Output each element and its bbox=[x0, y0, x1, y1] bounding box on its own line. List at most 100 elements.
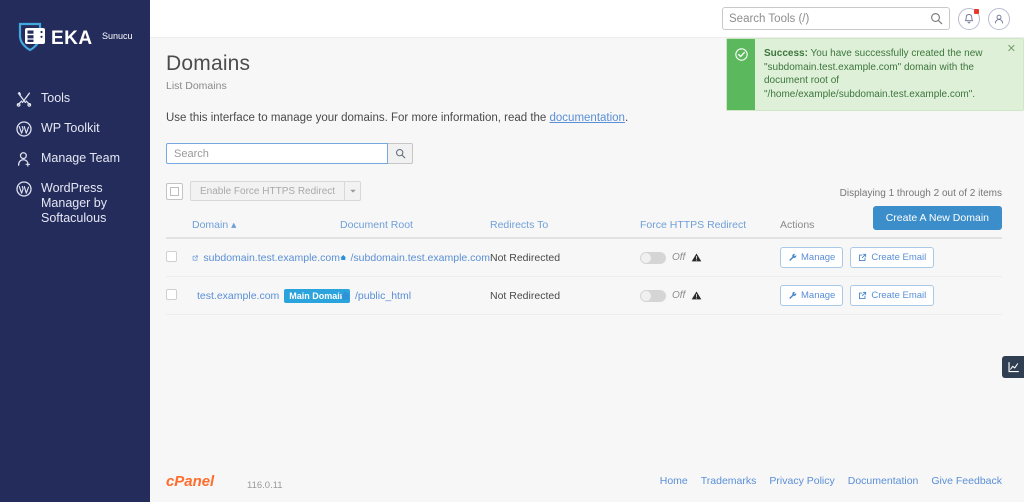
row-force-https-cell: Off bbox=[640, 276, 780, 315]
force-https-toggle[interactable] bbox=[640, 289, 666, 302]
user-icon bbox=[995, 14, 1003, 23]
sidebar-item-label: WP Toolkit bbox=[41, 121, 100, 135]
document-root-link[interactable]: /subdomain.test.example.com bbox=[340, 252, 490, 264]
row-force-https-cell: Off bbox=[640, 238, 780, 277]
sidebar-item-wp-toolkit[interactable]: WP Toolkit bbox=[0, 114, 150, 144]
close-icon[interactable]: ✕ bbox=[1007, 44, 1016, 55]
bulk-action-label[interactable]: Enable Force HTTPS Redirect bbox=[190, 181, 345, 201]
sidebar-nav: Tools WP Toolkit Manage Team WordPress M… bbox=[0, 84, 150, 233]
footer-link-trademarks[interactable]: Trademarks bbox=[701, 475, 757, 487]
header-checkbox bbox=[166, 215, 192, 239]
documentation-link[interactable]: documentation bbox=[550, 112, 625, 124]
global-search[interactable] bbox=[722, 7, 950, 30]
row-document-root-cell: /public_html bbox=[340, 276, 490, 315]
bulk-action-split-button[interactable]: Enable Force HTTPS Redirect bbox=[190, 181, 362, 201]
wordpress-icon bbox=[16, 121, 32, 137]
footer: cPanel 116.0.11 Home Trademarks Privacy … bbox=[150, 460, 1024, 502]
column-header-force-https-redirect[interactable]: Force HTTPS Redirect bbox=[640, 215, 780, 239]
manage-label: Manage bbox=[801, 290, 836, 301]
row-document-root-cell: /subdomain.test.example.com bbox=[340, 238, 490, 277]
column-header-domain[interactable]: Domain ▴ bbox=[192, 215, 340, 239]
row-actions-cell: Manage Create Email bbox=[780, 276, 1002, 315]
warning-icon[interactable] bbox=[691, 252, 702, 263]
create-email-button[interactable]: Create Email bbox=[850, 285, 935, 306]
sidebar-item-tools[interactable]: Tools bbox=[0, 84, 150, 114]
external-link-icon bbox=[192, 254, 198, 260]
force-https-state: Off bbox=[672, 290, 686, 301]
check-circle-icon bbox=[734, 48, 748, 61]
intro-text: Use this interface to manage your domain… bbox=[166, 112, 1002, 124]
select-all-checkbox[interactable] bbox=[166, 182, 183, 200]
wrench-icon bbox=[789, 291, 797, 300]
create-email-label: Create Email bbox=[871, 290, 927, 301]
warning-icon[interactable] bbox=[691, 290, 702, 301]
cpanel-version: 116.0.11 bbox=[247, 480, 283, 491]
search-icon[interactable] bbox=[930, 12, 943, 25]
footer-link-home[interactable]: Home bbox=[660, 475, 688, 487]
cpanel-logo: cPanel 116.0.11 bbox=[166, 470, 283, 492]
footer-link-documentation[interactable]: Documentation bbox=[848, 475, 919, 487]
bulk-action-caret[interactable] bbox=[344, 181, 362, 201]
row-domain-cell: test.example.com Main Domain bbox=[192, 276, 351, 315]
domains-table: Domain ▴ Document Root Redirects To Forc… bbox=[166, 215, 1002, 315]
brand-logo[interactable]: EKA Sunucu bbox=[0, 12, 150, 56]
alert-icon-holder bbox=[727, 39, 755, 110]
intro-period: . bbox=[624, 112, 629, 124]
items-count: Displaying 1 through 2 out of 2 items bbox=[839, 188, 1002, 199]
footer-link-privacy-policy[interactable]: Privacy Policy bbox=[769, 475, 834, 487]
row-redirects-to-cell: Not Redirected bbox=[490, 276, 640, 315]
manage-button[interactable]: Manage bbox=[780, 247, 844, 268]
manage-button[interactable]: Manage bbox=[780, 285, 844, 306]
manage-label: Manage bbox=[801, 252, 836, 263]
svg-text:Sunucu: Sunucu bbox=[102, 31, 133, 41]
domain-link[interactable]: subdomain.test.example.com bbox=[203, 252, 340, 264]
table-search-row bbox=[166, 143, 1002, 164]
cpanel-wordmark-icon: cPanel bbox=[166, 473, 215, 490]
cpanel-domains-page: EKA Sunucu Tools WP Toolkit Manage Team … bbox=[0, 0, 1024, 502]
svg-text:EKA: EKA bbox=[51, 28, 93, 49]
column-header-document-root[interactable]: Document Root bbox=[340, 215, 490, 239]
search-icon bbox=[395, 148, 405, 159]
top-bar bbox=[150, 0, 1024, 38]
table-row: test.example.com Main Domain /public_htm… bbox=[166, 276, 1002, 315]
notifications-button[interactable] bbox=[958, 7, 980, 30]
document-root-link[interactable]: /public_html bbox=[340, 290, 490, 302]
table-search-button[interactable] bbox=[388, 143, 413, 164]
table-search-input[interactable] bbox=[166, 143, 388, 164]
search-input[interactable] bbox=[729, 12, 930, 25]
footer-link-give-feedback[interactable]: Give Feedback bbox=[931, 475, 1002, 487]
document-root-text: /public_html bbox=[355, 289, 412, 302]
sidebar-item-label: WordPress Manager by Softaculous bbox=[41, 181, 108, 225]
row-checkbox-cell bbox=[166, 276, 192, 315]
table-meta: Displaying 1 through 2 out of 2 items Cr… bbox=[840, 188, 1002, 230]
row-checkbox[interactable] bbox=[166, 288, 177, 300]
bell-icon bbox=[965, 13, 973, 24]
domain-link[interactable]: test.example.com bbox=[197, 290, 279, 302]
external-link-icon bbox=[859, 291, 867, 299]
sidebar-item-label: Manage Team bbox=[41, 151, 120, 165]
sidebar-item-manage-team[interactable]: Manage Team bbox=[0, 144, 150, 174]
sidebar: EKA Sunucu Tools WP Toolkit Manage Team … bbox=[0, 0, 150, 502]
row-actions-cell: Manage Create Email bbox=[780, 238, 1002, 277]
notification-badge bbox=[974, 8, 979, 14]
statistics-widget-tab[interactable] bbox=[1002, 356, 1024, 378]
document-root-text: /subdomain.test.example.com bbox=[350, 251, 490, 264]
account-button[interactable] bbox=[988, 7, 1010, 30]
alert-label: Success: bbox=[764, 48, 808, 59]
home-icon bbox=[340, 255, 347, 260]
sidebar-item-label: Tools bbox=[41, 91, 71, 105]
force-https-toggle[interactable] bbox=[640, 251, 666, 264]
create-new-domain-button[interactable]: Create A New Domain bbox=[872, 206, 1002, 230]
intro-sentence: Use this interface to manage your domain… bbox=[166, 112, 550, 124]
row-redirects-to-cell: Not Redirected bbox=[490, 238, 640, 277]
row-domain-cell: subdomain.test.example.com bbox=[192, 238, 340, 277]
column-header-redirects-to[interactable]: Redirects To bbox=[490, 215, 640, 239]
external-link-icon bbox=[859, 253, 867, 261]
row-checkbox[interactable] bbox=[166, 250, 177, 262]
create-email-button[interactable]: Create Email bbox=[850, 247, 935, 268]
success-alert: Success: You have successfully created t… bbox=[726, 38, 1024, 111]
sidebar-item-wordpress-manager[interactable]: WordPress Manager by Softaculous bbox=[0, 174, 150, 233]
wrench-icon bbox=[789, 253, 797, 262]
main-area: Success: You have successfully created t… bbox=[150, 0, 1024, 502]
create-email-label: Create Email bbox=[871, 252, 927, 263]
